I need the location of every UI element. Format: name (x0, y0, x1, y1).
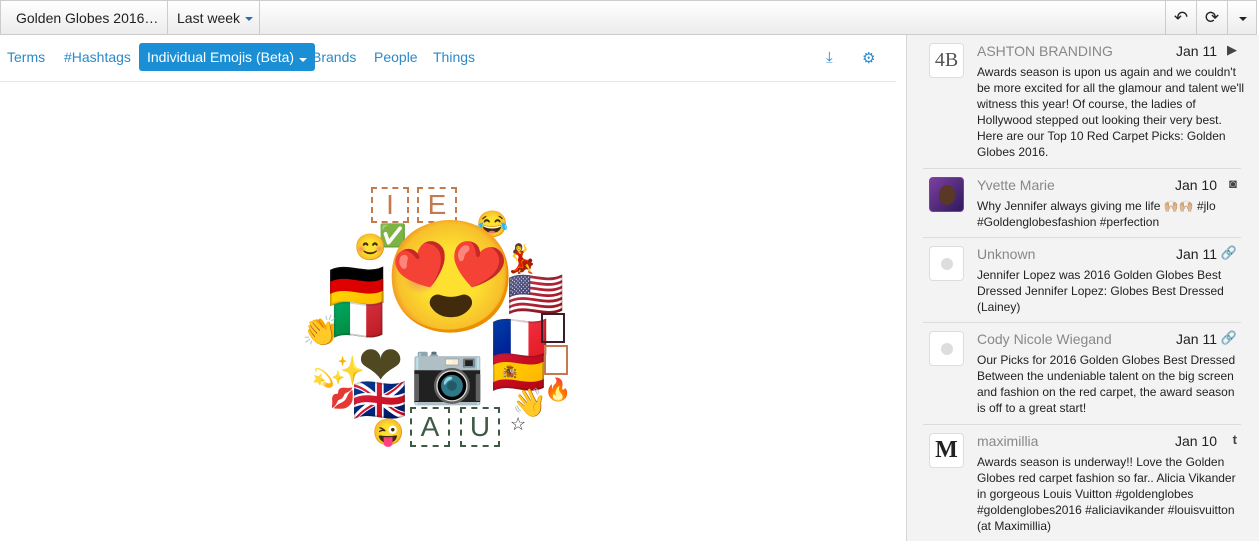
post-date: Jan 11 (1176, 43, 1217, 59)
link-icon: 🔗 (1220, 330, 1237, 345)
refresh-icon: ⟳ (1204, 7, 1220, 27)
post-author[interactable]: Cody Nicole Wiegand (977, 331, 1112, 347)
emoji-flag-usa[interactable]: 🇺🇸 (507, 271, 564, 317)
tab-individual-emojis[interactable]: Individual Emojis (Beta) (139, 43, 316, 71)
link-icon: 🔗 (1220, 245, 1237, 260)
emoji-flag-italy[interactable]: 🇮🇹 (332, 299, 384, 341)
dashboard-title: Golden Globes 2016… (16, 9, 159, 26)
avatar: 4B (929, 43, 964, 78)
tab-hashtags[interactable]: #Hashtags (64, 43, 131, 71)
post-author[interactable]: Unknown (977, 246, 1035, 262)
emoji-cloud: I E 😂 ✅ 😊 😍 💃 🇩🇪 🇺🇸 🇮🇹 👏 🇫🇷 ❤ 📷 🇪🇸 ✨ 💫 💋… (300, 185, 580, 450)
chevron-down-icon (299, 58, 308, 62)
emoji-letter-a[interactable]: A (410, 407, 450, 447)
tab-things[interactable]: Things (433, 43, 475, 71)
chevron-down-icon (1239, 17, 1247, 21)
avatar: M (929, 433, 964, 468)
emoji-empty-box[interactable] (544, 345, 568, 375)
dashboard-title-dropdown[interactable]: Golden Globes 2016… (1, 1, 168, 34)
post-text: Our Picks for 2016 Golden Globes Best Dr… (977, 353, 1236, 415)
emoji-camera[interactable]: 📷 (410, 343, 485, 403)
post-date: Jan 10 (1174, 433, 1217, 449)
posts-sidebar: 4B ASHTON BRANDING Jan 11 ▶ Awards seaso… (907, 35, 1259, 541)
sidebar-scrollbar[interactable] (1249, 35, 1259, 541)
post-date: Jan 11 (1176, 246, 1217, 262)
tab-brands[interactable]: Brands (312, 43, 356, 71)
default-avatar-icon (929, 331, 964, 366)
top-toolbar: Golden Globes 2016… Last week ↶ ⟳ (0, 0, 1257, 35)
emoji-star[interactable]: ☆ (510, 415, 526, 433)
tab-people[interactable]: People (374, 43, 418, 71)
post-text: Awards season is upon us again and we co… (977, 65, 1245, 159)
emoji-dizzy[interactable]: 💫 (312, 369, 334, 387)
avatar-face (938, 184, 955, 205)
post-author[interactable]: ASHTON BRANDING (977, 43, 1113, 59)
avatar-head (940, 342, 953, 355)
post-item[interactable]: Cody Nicole Wiegand Jan 11 🔗 Our Picks f… (923, 323, 1241, 425)
tab-terms[interactable]: Terms (7, 43, 45, 71)
refresh-button[interactable]: ⟳ (1196, 1, 1227, 34)
date-range-dropdown[interactable]: Last week (168, 1, 260, 34)
post-date: Jan 10 (1174, 177, 1217, 193)
settings-icon[interactable]: ⚙ (862, 49, 875, 67)
post-date: Jan 11 (1176, 331, 1217, 347)
post-item[interactable]: 4B ASHTON BRANDING Jan 11 ▶ Awards seaso… (923, 35, 1244, 169)
instagram-icon: ◙ (1229, 176, 1237, 191)
post-item[interactable]: Unknown Jan 11 🔗 Jennifer Lopez was 2016… (923, 238, 1241, 323)
back-icon: ↶ (1173, 7, 1189, 27)
post-item[interactable]: Yvette Marie Jan 10 ◙ Why Jennifer alway… (923, 169, 1241, 238)
youtube-icon: ▶ (1227, 42, 1237, 57)
avatar-head (940, 257, 953, 270)
emoji-fire[interactable]: 🔥 (544, 379, 571, 401)
post-author[interactable]: Yvette Marie (977, 177, 1055, 193)
category-tabs: Terms #Hashtags Individual Emojis (Beta)… (0, 35, 896, 82)
post-author[interactable]: maximillia (977, 433, 1038, 449)
download-icon[interactable]: ⤓ (826, 49, 833, 66)
default-avatar-icon (929, 246, 964, 281)
post-text: Awards season is underway!! Love the Gol… (977, 455, 1236, 533)
emoji-wink[interactable]: 😜 (372, 419, 404, 445)
emoji-letter-u[interactable]: U (460, 407, 500, 447)
emoji-wave[interactable]: 👋 (512, 389, 547, 417)
post-text: Why Jennifer always giving me life 🙌🏼🙌🏼 … (977, 199, 1216, 229)
options-dropdown-button[interactable] (1227, 1, 1258, 34)
tab-individual-emojis-label: Individual Emojis (Beta) (147, 49, 295, 65)
post-item[interactable]: M maximillia Jan 10 t Awards season is u… (923, 425, 1241, 541)
avatar (929, 177, 964, 212)
tumblr-icon: t (1232, 432, 1237, 447)
back-button[interactable]: ↶ (1165, 1, 1196, 34)
emoji-clap[interactable]: 👏 (302, 317, 339, 347)
date-range-label: Last week (177, 9, 241, 26)
chevron-down-icon (245, 17, 254, 21)
emoji-empty-box[interactable] (541, 313, 565, 343)
post-text: Jennifer Lopez was 2016 Golden Globes Be… (977, 268, 1224, 314)
